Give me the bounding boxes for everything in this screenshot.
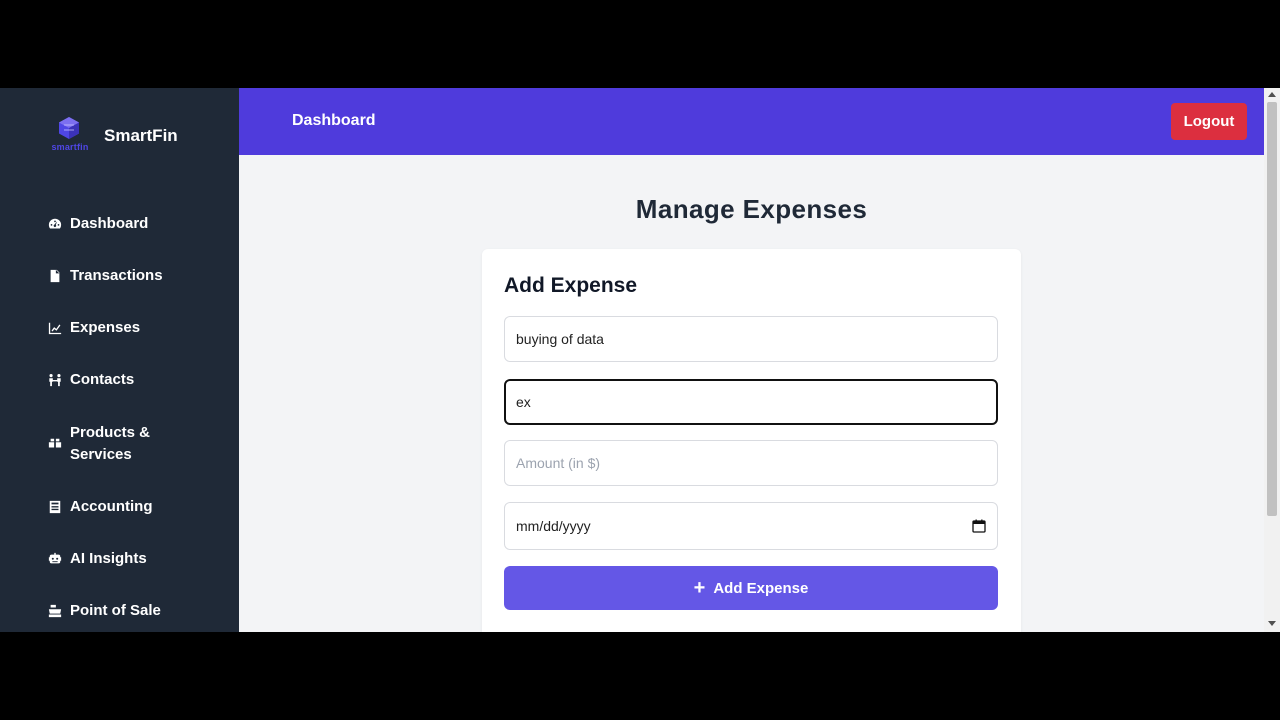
sidebar-item-dashboard[interactable]: Dashboard	[0, 198, 239, 250]
sidebar-item-label: Expenses	[70, 319, 141, 336]
sidebar-item-expenses[interactable]: Expenses	[0, 302, 239, 354]
page-title: Manage Expenses	[635, 194, 868, 224]
calendar-icon[interactable]	[972, 519, 986, 533]
sidebar-item-contacts[interactable]: Contacts	[0, 354, 239, 406]
logout-button[interactable]: Logout	[1171, 103, 1247, 140]
date-placeholder: mm/dd/yyyy	[516, 518, 591, 534]
sidebar-item-label: Transactions	[70, 267, 163, 284]
amount-input[interactable]	[504, 440, 998, 486]
add-expense-button-label: Add Expense	[713, 579, 809, 597]
add-expense-button[interactable]: + Add Expense	[504, 566, 998, 610]
sidebar-item-label: Contacts	[70, 371, 135, 388]
boxes-icon	[48, 437, 62, 451]
gauge-icon	[48, 217, 62, 231]
scroll-down-icon[interactable]	[1268, 621, 1276, 626]
sidebar-item-label: Products & Services	[70, 423, 151, 463]
brand-logo: smartfin	[44, 114, 96, 158]
add-expense-card: Add Expense mm/dd/yyyy + Add Expense	[482, 249, 1021, 632]
date-input[interactable]: mm/dd/yyyy	[504, 502, 998, 550]
topbar-title: Dashboard	[292, 112, 376, 129]
app-window: smartfin SmartFin Dashboard Transactions	[0, 88, 1280, 632]
sidebar-item-label: Accounting	[70, 498, 153, 515]
plus-icon: +	[693, 577, 706, 599]
scrollbar-thumb[interactable]	[1267, 102, 1277, 516]
sidebar-item-transactions[interactable]: Transactions	[0, 250, 239, 302]
sidebar-item-label: Dashboard	[70, 215, 149, 232]
cube-logo-icon	[59, 117, 79, 139]
robot-icon	[48, 552, 62, 566]
brand: smartfin SmartFin	[44, 114, 178, 158]
sidebar-item-ai-insights[interactable]: AI Insights	[0, 533, 239, 585]
cash-register-icon	[48, 604, 62, 618]
sidebar: smartfin SmartFin Dashboard Transactions	[0, 88, 239, 632]
sidebar-nav: Dashboard Transactions Expenses Contacts	[0, 198, 239, 632]
sidebar-item-label: Point of Sale	[70, 602, 161, 619]
sidebar-item-label: AI Insights	[70, 550, 147, 567]
ledger-icon	[48, 500, 62, 514]
scroll-up-icon[interactable]	[1268, 92, 1276, 97]
description-input[interactable]	[504, 316, 998, 362]
people-icon	[48, 373, 62, 387]
sidebar-item-point-of-sale[interactable]: Point of Sale	[0, 585, 239, 632]
chart-line-icon	[48, 321, 62, 335]
brand-logo-text: smartfin	[51, 142, 89, 152]
sidebar-item-products-services[interactable]: Products & Services	[0, 406, 239, 481]
sidebar-item-accounting[interactable]: Accounting	[0, 481, 239, 533]
card-title: Add Expense	[504, 274, 638, 297]
category-input[interactable]	[504, 379, 998, 425]
topbar: Dashboard Logout	[239, 88, 1264, 155]
brand-name: SmartFin	[104, 126, 178, 145]
page-scrollbar[interactable]	[1264, 88, 1280, 632]
file-invoice-icon	[48, 269, 62, 283]
